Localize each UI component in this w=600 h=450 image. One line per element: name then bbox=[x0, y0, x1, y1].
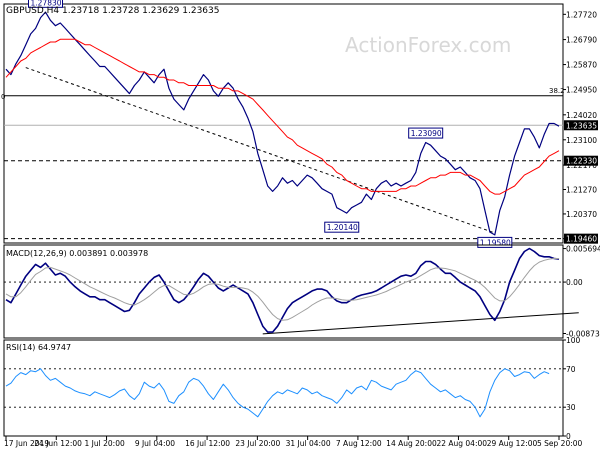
x-tick-label: 24 Jun 12:00 bbox=[34, 439, 82, 448]
macd-label: MACD(12,26,9) 0.003891 0.003978 bbox=[6, 249, 148, 258]
price-tag-label: 1.23635 bbox=[566, 121, 597, 130]
y-tick-label: 1.21270 bbox=[566, 185, 597, 194]
macd-panel: 0.0056940.00-0.008737 bbox=[3, 244, 600, 339]
y-tick-label: 1.24020 bbox=[566, 111, 597, 120]
x-tick-label: 7 Aug 12:00 bbox=[336, 439, 382, 448]
x-tick-label: 9 Jul 04:00 bbox=[135, 439, 175, 448]
watermark: ActionForex.com bbox=[345, 33, 511, 57]
y-tick-label: 1.23100 bbox=[566, 136, 597, 145]
price-annotation-label: 1.20140 bbox=[327, 223, 358, 232]
x-axis: 17 Jun 201924 Jun 12:00 1 Jul 20:00 9 Jul … bbox=[4, 436, 583, 448]
price-annotation-label: 1.23090 bbox=[411, 129, 442, 138]
y-tick-label: 30 bbox=[566, 403, 576, 412]
x-tick-label: 5 Sep 20:00 bbox=[537, 439, 583, 448]
price-annotation-label: 1.19580 bbox=[480, 238, 511, 247]
rsi-panel: 10070300 bbox=[3, 336, 581, 441]
x-tick-label: 23 Jul 20:00 bbox=[235, 439, 280, 448]
trendline bbox=[25, 67, 495, 234]
x-tick-label: 22 Aug 04:00 bbox=[436, 439, 487, 448]
y-tick-label: 70 bbox=[566, 365, 576, 374]
y-tick-label: 1.24950 bbox=[566, 86, 597, 95]
symbol-header: GBPUSD,H4 1.23718 1.23728 1.23629 1.2363… bbox=[6, 6, 219, 16]
rsi-label: RSI(14) 64.9747 bbox=[6, 343, 71, 352]
moving-average-line bbox=[5, 38, 560, 195]
price-tag-label: 1.22330 bbox=[566, 157, 597, 166]
panel-frame bbox=[3, 339, 564, 437]
x-tick-label: 16 Jul 12:00 bbox=[185, 439, 230, 448]
y-tick-label: 1.26790 bbox=[566, 36, 597, 45]
x-tick-label: 29 Aug 12:00 bbox=[487, 439, 538, 448]
x-tick-label: 1 Jul 20:00 bbox=[85, 439, 125, 448]
y-tick-label: 0.00 bbox=[566, 278, 583, 287]
x-tick-label: 31 Jul 04:00 bbox=[286, 439, 331, 448]
y-tick-label: 1.27720 bbox=[566, 10, 597, 19]
chart-canvas: 1.27720 1.26790 1.25870 1.24950 1.24020 1.231… bbox=[1, 0, 600, 448]
price-tag-label: 1.19460 bbox=[566, 235, 597, 244]
x-tick-label: 14 Aug 20:00 bbox=[386, 439, 437, 448]
trendline bbox=[262, 312, 579, 335]
fib-label: 38.2 bbox=[549, 87, 565, 95]
panel-frame bbox=[3, 244, 564, 339]
y-tick-label: 1.20370 bbox=[566, 210, 597, 219]
y-tick-label: 100 bbox=[566, 336, 581, 345]
y-tick-label: 1.25870 bbox=[566, 61, 597, 70]
rsi-line bbox=[5, 368, 550, 418]
y-tick-label: 0.005694 bbox=[566, 245, 600, 254]
macd-signal-line bbox=[5, 258, 559, 321]
fib-left-label: 0 bbox=[1, 93, 5, 101]
